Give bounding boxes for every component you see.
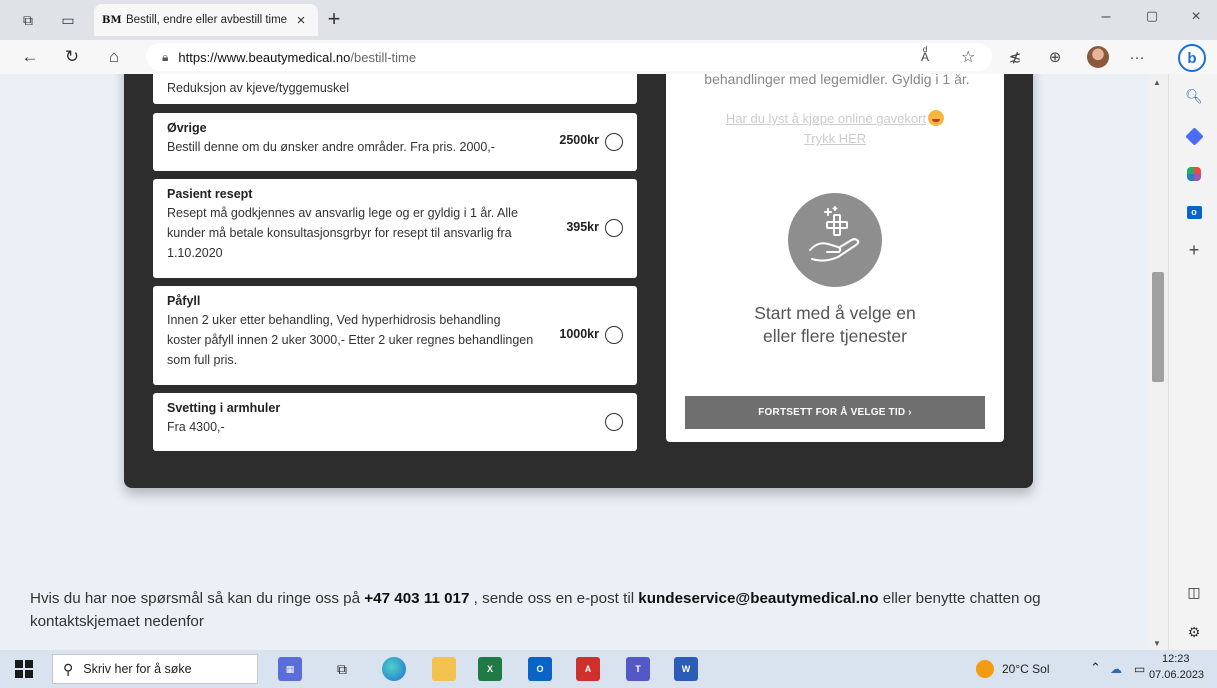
service-price: 1000kr xyxy=(559,327,599,341)
hand-plus-icon xyxy=(788,193,882,287)
service-price: 2500kr xyxy=(559,133,599,147)
hide-sidebar-icon[interactable]: ◫ xyxy=(1184,582,1204,602)
cart-info-text: behandlinger med legemidler. Gyldig i 1 … xyxy=(704,74,970,87)
weather-text[interactable]: 20°C Sol xyxy=(1002,662,1050,676)
tab-close-icon[interactable]: × xyxy=(292,12,310,29)
weather-sun-icon[interactable] xyxy=(976,660,994,678)
browser-titlebar: ⧉ ▭ BM Bestill, endre eller avbestill ti… xyxy=(0,0,1217,40)
profile-avatar[interactable] xyxy=(1087,46,1109,68)
task-view-icon[interactable]: ⧉ xyxy=(330,657,354,681)
contact-text-part1: Hvis du har noe spørsmål så kan du ringe… xyxy=(30,590,365,607)
gift-card-link-text[interactable]: Har du lyst å kjøpe online gavekort xyxy=(726,111,926,126)
service-row-pasient-resept[interactable]: Pasient resept Resept må godkjennes av a… xyxy=(153,179,637,278)
taskbar-search-placeholder: Skriv her for å søke xyxy=(83,662,192,676)
service-name: Pasient resept xyxy=(167,187,253,201)
empty-selection-line2: eller flere tjenester xyxy=(763,326,907,346)
selection-summary-panel: behandlinger med legemidler. Gyldig i 1 … xyxy=(666,74,1004,442)
contact-phone-link[interactable]: +47 403 11 017 xyxy=(364,590,469,607)
add-sidebar-app-icon[interactable]: + xyxy=(1184,240,1204,260)
service-description: Innen 2 uker etter behandling, Ved hyper… xyxy=(167,313,534,367)
edge-browser-icon[interactable] xyxy=(382,657,406,681)
clock-date[interactable]: 07.06.2023 xyxy=(1149,669,1204,681)
word-icon[interactable]: W xyxy=(674,657,698,681)
maximize-button[interactable]: ▢ xyxy=(1132,8,1172,32)
calendar-app-icon[interactable]: ▦ xyxy=(278,657,302,681)
office-icon[interactable] xyxy=(1184,164,1204,184)
page-viewport: Reduksjon av kjeve/tyggemuskel 3000kr Øv… xyxy=(0,74,1149,650)
url-path: /bestill-time xyxy=(350,49,417,65)
service-description: Resept må godkjennes av ansvarlig lege o… xyxy=(167,206,518,260)
service-radio[interactable] xyxy=(605,326,623,344)
service-name: Påfyll xyxy=(167,294,201,308)
smiling-face-emoji-icon xyxy=(928,110,945,126)
shopping-tag-icon[interactable] xyxy=(1184,126,1204,146)
more-options-icon[interactable]: ··· xyxy=(1126,46,1148,68)
favorites-list-icon[interactable]: ≴ xyxy=(1004,46,1026,68)
read-aloud-icon[interactable]: Aͩ xyxy=(921,50,929,64)
clock-time[interactable]: 12:23 xyxy=(1162,653,1190,665)
battery-icon[interactable]: ▭ xyxy=(1134,662,1145,676)
service-row-svetting-armhuler[interactable]: Svetting i armhuler Fra 4300,- xyxy=(153,393,637,451)
refresh-icon[interactable]: ↻ xyxy=(60,45,84,69)
service-radio[interactable] xyxy=(605,219,623,237)
browser-toolbar: ← ↻ ⌂ 🔒︎ https://www.beautymedical.no/be… xyxy=(0,40,1217,74)
service-price: 395kr xyxy=(566,220,599,234)
service-description: Bestill denne om du ønsker andre områder… xyxy=(167,140,495,154)
service-description: Fra 4300,- xyxy=(167,420,225,434)
back-arrow-icon[interactable]: ← xyxy=(18,45,42,69)
service-row-pafyll[interactable]: Påfyll Innen 2 uker etter behandling, Ve… xyxy=(153,286,637,385)
collections-icon[interactable]: ⊕ xyxy=(1044,46,1066,68)
tab-bestill-time[interactable]: BM Bestill, endre eller avbestill time × xyxy=(94,4,318,36)
service-row-jaw-reduction[interactable]: Reduksjon av kjeve/tyggemuskel 3000kr xyxy=(153,74,637,104)
search-icon[interactable]: 🔍︎ xyxy=(1184,86,1204,106)
address-bar[interactable]: 🔒︎ https://www.beautymedical.no/bestill-… xyxy=(146,43,992,71)
windows-taskbar: ⚲ Skriv her for å søke ▦ ⧉ X O A T W 20°… xyxy=(0,650,1217,688)
tab-title: Bestill, endre eller avbestill time xyxy=(126,14,288,26)
excel-icon[interactable]: X xyxy=(478,657,502,681)
outlook-icon[interactable]: o xyxy=(1184,202,1204,222)
search-icon: ⚲ xyxy=(63,660,74,677)
file-explorer-icon[interactable] xyxy=(432,657,456,681)
url-host: https://www.beautymedical.no xyxy=(178,49,351,65)
vertical-tabs-icon[interactable]: ▭ xyxy=(56,8,80,32)
new-tab-button[interactable]: + xyxy=(322,8,346,32)
close-window-button[interactable]: × xyxy=(1176,8,1216,32)
beautymedical-favicon: BM xyxy=(102,14,122,26)
lock-icon[interactable]: 🔒︎ xyxy=(162,50,168,65)
home-icon[interactable]: ⌂ xyxy=(102,45,126,69)
workspaces-icon[interactable]: ⧉ xyxy=(16,8,40,32)
contact-text-part2: , sende oss en e-post til xyxy=(469,590,639,607)
service-name: Svetting i armhuler xyxy=(167,401,281,415)
acrobat-icon[interactable]: A xyxy=(576,657,600,681)
service-radio[interactable] xyxy=(605,133,623,151)
continue-choose-time-button[interactable]: FORTSETT FOR Å VELGE TID › xyxy=(685,396,985,429)
service-radio[interactable] xyxy=(605,413,623,431)
scroll-up-arrow-icon[interactable]: ▲ xyxy=(1153,78,1161,87)
scroll-thumb[interactable] xyxy=(1152,272,1164,382)
contact-email-link[interactable]: kundeservice@beautymedical.no xyxy=(638,590,878,607)
gift-card-link[interactable]: Har du lyst å kjøpe online gavekort Tryk… xyxy=(666,109,1004,149)
contact-info-text: Hvis du har noe spørsmål så kan du ringe… xyxy=(30,587,1140,633)
service-row-ovrige[interactable]: Øvrige Bestill denne om du ønsker andre … xyxy=(153,113,637,171)
tray-chevron-icon[interactable]: ⌃ xyxy=(1090,660,1101,676)
bing-chat-icon[interactable]: b xyxy=(1178,44,1206,72)
service-description: Reduksjon av kjeve/tyggemuskel xyxy=(167,81,350,95)
minimize-button[interactable]: – xyxy=(1086,8,1126,32)
empty-selection-message: Start med å velge en eller flere tjenest… xyxy=(666,302,1004,348)
outlook-taskbar-icon[interactable]: O xyxy=(528,657,552,681)
service-name: Øvrige xyxy=(167,121,207,135)
onedrive-icon[interactable]: ☁︎ xyxy=(1110,662,1122,676)
windows-start-icon[interactable] xyxy=(15,660,33,678)
scroll-down-arrow-icon[interactable]: ▼ xyxy=(1153,639,1161,648)
page-scrollbar[interactable]: ▲ ▼ xyxy=(1149,74,1167,650)
taskbar-search-box[interactable]: ⚲ Skriv her for å søke xyxy=(52,654,258,684)
sidebar-settings-gear-icon[interactable]: ⚙ xyxy=(1184,622,1204,642)
teams-icon[interactable]: T xyxy=(626,657,650,681)
gift-card-link-cta[interactable]: Trykk HER xyxy=(804,131,866,146)
edge-sidebar: 🔍︎ o + ◫ ⚙ xyxy=(1168,74,1217,650)
favorite-star-icon[interactable]: ☆ xyxy=(961,47,975,67)
empty-selection-line1: Start med å velge en xyxy=(754,303,916,323)
